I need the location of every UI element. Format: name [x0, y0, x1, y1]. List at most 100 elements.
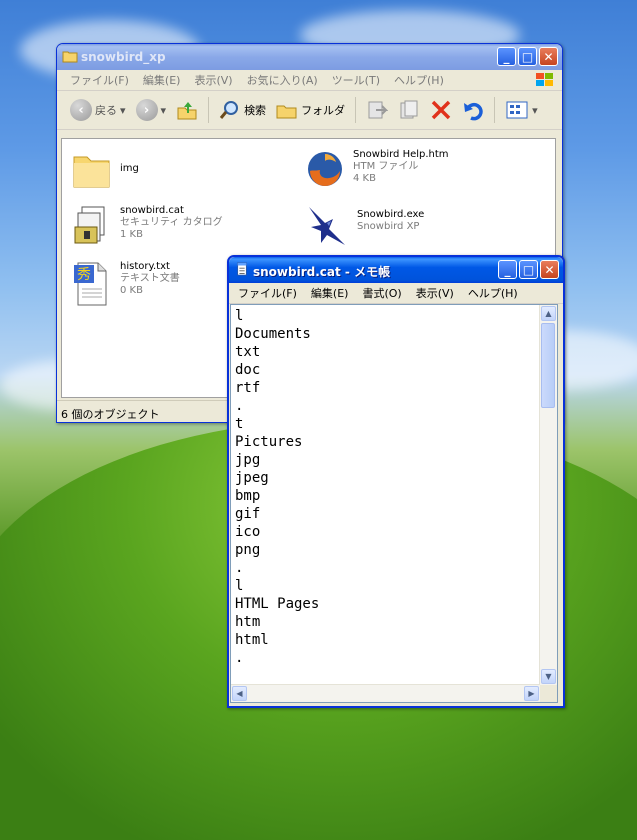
file-name: Snowbird Help.htm [353, 149, 449, 160]
move-to-button[interactable] [363, 99, 391, 121]
search-button[interactable]: 検索 [216, 99, 269, 121]
snowbird-bird-icon [309, 207, 345, 245]
text-line: Pictures [235, 434, 303, 450]
scroll-down-button[interactable]: ▼ [541, 669, 556, 684]
minimize-button[interactable]: _ [498, 260, 517, 279]
notepad-menubar: ファイル(F) 編集(E) 書式(O) 表示(V) ヘルプ(H) [229, 283, 563, 304]
text-line: png [235, 542, 261, 558]
undo-icon [464, 102, 483, 121]
menu-help[interactable]: ヘルプ(H) [387, 72, 451, 88]
file-type: HTM ファイル [353, 161, 419, 172]
folders-button[interactable]: フォルダ [273, 100, 348, 120]
forward-button[interactable]: › ▾ [133, 99, 170, 121]
search-icon [219, 101, 239, 119]
windows-logo-icon [536, 73, 553, 86]
menu-file[interactable]: ファイル(F) [63, 72, 136, 88]
scroll-thumb[interactable] [541, 323, 555, 408]
delete-button[interactable] [427, 99, 455, 121]
notepad-window[interactable]: snowbird.cat - メモ帳 _ □ ✕ ファイル(F) 編集(E) 書… [227, 255, 565, 708]
explorer-titlebar[interactable]: snowbird_xp _ □ ✕ [57, 44, 562, 70]
file-type: テキスト文書 [120, 273, 180, 284]
scroll-up-button[interactable]: ▲ [541, 306, 556, 321]
svg-text:秀: 秀 [77, 267, 91, 283]
scroll-right-button[interactable]: ▶ [524, 686, 539, 701]
maximize-button[interactable]: □ [519, 260, 538, 279]
text-line: ico [235, 524, 261, 540]
file-size: 4 KB [353, 173, 376, 184]
explorer-toolbar: ‹ 戻る ▾ › ▾ 検索 フォルダ ▾ [57, 91, 562, 130]
back-arrow-icon: ‹ [70, 99, 92, 121]
minimize-button[interactable]: _ [497, 47, 516, 66]
scroll-left-button[interactable]: ◀ [232, 686, 247, 701]
editor-text: l Documents txt doc rtf. t Pictures jpg jpeg bmp g… [235, 307, 319, 667]
close-button[interactable]: ✕ [540, 260, 559, 279]
text-line: gif [235, 506, 261, 522]
text-file-icon: 秀 [74, 262, 107, 306]
file-type: Snowbird XP [357, 221, 420, 232]
menu-favorites[interactable]: お気に入り(A) [240, 72, 325, 88]
folder-icon [62, 51, 78, 63]
file-name: snowbird.cat [120, 205, 184, 216]
file-item[interactable]: snowbird.cat セキュリティ カタログ 1 KB [72, 205, 223, 249]
notepad-titlebar[interactable]: snowbird.cat - メモ帳 _ □ ✕ [229, 257, 563, 283]
views-icon [506, 101, 528, 119]
forward-arrow-icon: › [135, 99, 158, 121]
file-size: 1 KB [120, 229, 143, 240]
status-object-count: 6 個のオブジェクト [61, 408, 160, 421]
text-editor[interactable]: l Documents txt doc rtf. t Pictures jpg jpeg bmp g… [230, 304, 558, 703]
menu-help[interactable]: ヘルプ(H) [461, 285, 525, 301]
up-folder-icon [177, 102, 197, 120]
menu-edit[interactable]: 編集(E) [304, 285, 356, 301]
text-line: Documents [235, 326, 311, 342]
text-line: jpg [235, 452, 261, 468]
text-line: . [235, 650, 244, 666]
file-type: セキュリティ カタログ [120, 217, 223, 228]
text-line: . [235, 560, 244, 576]
file-name: img [120, 163, 139, 174]
menu-tools[interactable]: ツール(T) [325, 72, 387, 88]
menu-view[interactable]: 表示(V) [187, 72, 239, 88]
up-folder-button[interactable] [173, 99, 201, 121]
copy-to-icon [400, 100, 418, 119]
file-item[interactable]: img [72, 151, 139, 189]
menu-file[interactable]: ファイル(F) [231, 285, 304, 301]
notepad-icon [237, 262, 247, 276]
text-line: HTML Pages [235, 596, 320, 612]
text-line: txt [235, 344, 261, 360]
close-button[interactable]: ✕ [539, 47, 558, 66]
menu-edit[interactable]: 編集(E) [136, 72, 188, 88]
folder-icon [73, 156, 110, 188]
text-line: rtf [235, 380, 261, 396]
text-line: t [235, 416, 244, 432]
window-title: snowbird.cat - メモ帳 [253, 265, 391, 279]
file-size: 0 KB [120, 285, 143, 296]
text-line: htm [235, 614, 261, 630]
text-line: bmp [235, 488, 261, 504]
copy-to-button[interactable] [395, 99, 423, 121]
move-to-icon [368, 101, 389, 119]
file-item[interactable]: 秀 history.txt テキスト文書 0 KB [72, 261, 180, 307]
firefox-icon [308, 152, 342, 186]
undo-button[interactable] [459, 99, 487, 121]
views-button[interactable]: ▾ [502, 100, 541, 120]
file-name: history.txt [120, 261, 170, 272]
folders-icon [276, 105, 297, 119]
back-button[interactable]: ‹ 戻る ▾ [67, 99, 129, 121]
text-line: doc [235, 362, 261, 378]
resize-grip[interactable] [540, 685, 557, 702]
explorer-menubar: ファイル(F) 編集(E) 表示(V) お気に入り(A) ツール(T) ヘルプ(… [57, 70, 562, 91]
security-catalog-icon [74, 206, 105, 244]
text-line: l [235, 578, 244, 594]
text-line: l [235, 308, 244, 324]
file-item[interactable]: Snowbird.exe Snowbird XP [305, 203, 424, 249]
horizontal-scrollbar[interactable]: ◀ ▶ [231, 684, 540, 702]
text-line: html [235, 632, 269, 648]
file-item[interactable]: Snowbird Help.htm HTM ファイル 4 KB [305, 149, 449, 189]
menu-format[interactable]: 書式(O) [355, 285, 408, 301]
menu-view[interactable]: 表示(V) [409, 285, 461, 301]
file-name: Snowbird.exe [357, 209, 425, 220]
window-title: snowbird_xp [81, 50, 166, 64]
text-line: . [235, 398, 244, 414]
maximize-button[interactable]: □ [518, 47, 537, 66]
vertical-scrollbar[interactable]: ▲ ▼ [539, 305, 557, 685]
